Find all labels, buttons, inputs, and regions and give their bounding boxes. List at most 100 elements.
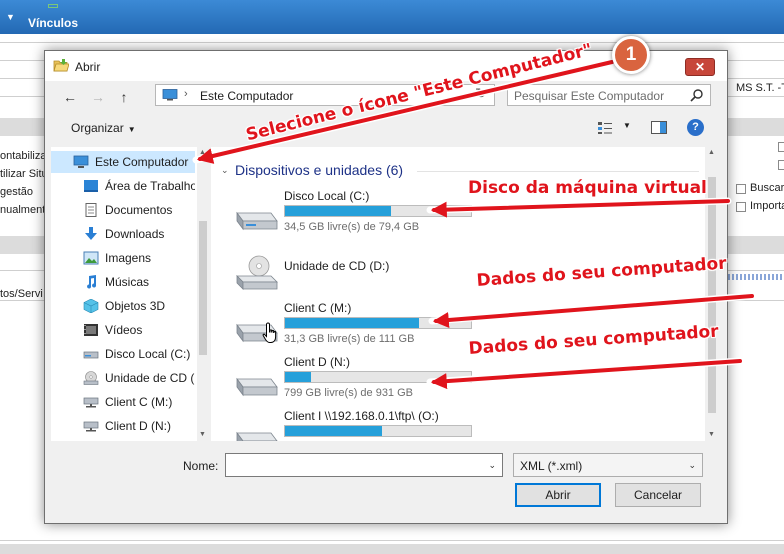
background-divider	[0, 540, 784, 541]
drive-usage-fill	[285, 206, 392, 216]
nav-scrollbar[interactable]: ▲ ▼	[197, 147, 209, 441]
nav-item-label: Disco Local (C:)	[105, 347, 191, 361]
hard-drive-icon	[236, 211, 278, 231]
scroll-down-icon[interactable]: ▼	[708, 431, 715, 438]
scrollbar-thumb[interactable]	[199, 221, 207, 355]
computer-icon	[73, 155, 89, 168]
background-footer	[0, 544, 784, 554]
chevron-down-icon[interactable]: ⌄	[488, 460, 496, 471]
nav-item-videos[interactable]: Vídeos	[51, 319, 195, 341]
nav-item-musicas[interactable]: Músicas	[51, 271, 195, 293]
file-type-value[interactable]: XML (*.xml)	[520, 459, 582, 473]
nav-item-downloads[interactable]: Downloads	[51, 223, 195, 245]
chevron-down-icon[interactable]: ▼	[623, 121, 631, 130]
background-checkbox-label: Importa	[750, 200, 784, 212]
drive-name: Client C (M:)	[284, 301, 352, 315]
background-ruler	[724, 274, 784, 280]
hard-drive-icon	[236, 431, 278, 441]
scroll-down-icon[interactable]: ▼	[199, 431, 206, 438]
annotation-vm-disk: Disco da máquina virtual	[468, 178, 707, 198]
dropdown-arrow-icon[interactable]: ▼	[6, 12, 15, 22]
drive-item-client-d[interactable]: Client D (N:) 799 GB livre(s) de 931 GB	[231, 355, 491, 407]
background-app-header: ▼ Vínculos	[0, 0, 784, 34]
search-box[interactable]: Pesquisar Este Computador	[507, 84, 711, 106]
objects-3d-icon	[83, 299, 99, 313]
drive-free-space: 31,3 GB livre(s) de 111 GB	[284, 333, 415, 345]
nav-item-label: Área de Trabalho	[105, 179, 195, 193]
navigation-pane: Este Computador Área de Trabalho Documen…	[51, 147, 209, 441]
background-checkbox[interactable]	[736, 184, 746, 194]
cancel-button[interactable]: Cancelar	[615, 483, 701, 507]
background-checkbox[interactable]	[778, 142, 784, 152]
search-icon[interactable]	[690, 88, 704, 102]
open-file-dialog: Abrir ✕ ← → ↑ › Este Computador ↻ Pesqui…	[44, 50, 728, 524]
breadcrumb-separator-icon[interactable]: ›	[184, 88, 188, 100]
group-divider	[417, 171, 699, 172]
background-checkbox-label: Buscar	[750, 182, 784, 194]
back-arrow-icon[interactable]: ←	[61, 89, 79, 105]
step-badge: 1	[612, 36, 650, 74]
background-band	[728, 118, 784, 136]
background-checkbox[interactable]	[778, 160, 784, 170]
background-label: nualment	[0, 204, 46, 216]
address-text[interactable]: Este Computador	[200, 89, 293, 103]
download-icon	[85, 227, 97, 240]
organize-menu[interactable]: Organizar ▼	[71, 121, 136, 135]
nav-item-documentos[interactable]: Documentos	[51, 199, 195, 221]
background-band	[0, 118, 44, 136]
chevron-down-icon[interactable]: ▼	[128, 125, 136, 134]
cd-icon	[83, 371, 99, 385]
background-label: MS S.T. -Tip	[736, 82, 784, 94]
background-label: tos/Servi	[0, 288, 43, 300]
background-label: tilizar Situ	[0, 168, 48, 180]
documents-icon	[85, 203, 97, 217]
nav-item-client-c[interactable]: Client C (M:)	[51, 391, 195, 413]
background-checkbox[interactable]	[736, 202, 746, 212]
organize-label[interactable]: Organizar	[71, 121, 124, 135]
drive-item-client-i[interactable]: Client I \\192.168.0.1\ftp\ (O:)	[231, 409, 491, 441]
drive-item-disco-local[interactable]: Disco Local (C:) 34,5 GB livre(s) de 79,…	[231, 189, 491, 241]
file-name-input[interactable]: ⌄	[225, 453, 503, 477]
drive-usage-bar	[284, 371, 472, 383]
nav-item-disco-local[interactable]: Disco Local (C:)	[51, 343, 195, 365]
open-button[interactable]: Abrir	[515, 483, 601, 507]
search-placeholder[interactable]: Pesquisar Este Computador	[514, 89, 664, 103]
background-label: gestão	[0, 186, 34, 198]
background-band	[728, 236, 784, 254]
drive-usage-fill	[285, 318, 419, 328]
scrollbar-thumb[interactable]	[708, 177, 716, 413]
network-drive-icon	[83, 421, 99, 432]
nav-item-label: Vídeos	[105, 323, 143, 337]
preview-pane-icon[interactable]	[651, 121, 667, 134]
group-header[interactable]: Dispositivos e unidades (6)	[235, 162, 403, 178]
view-options-icon[interactable]	[597, 121, 613, 135]
help-icon[interactable]: ?	[687, 119, 704, 136]
background-band	[0, 236, 44, 254]
background-label: ontabiliza	[0, 150, 47, 162]
drive-name: Client I \\192.168.0.1\ftp\ (O:)	[284, 409, 439, 423]
forward-arrow-icon[interactable]: →	[89, 89, 107, 105]
scroll-up-icon[interactable]: ▲	[708, 149, 715, 156]
background-app-title: Vínculos	[28, 16, 79, 30]
nav-item-label: Documentos	[105, 203, 173, 217]
drive-item-unidade-cd[interactable]: Unidade de CD (D:)	[231, 251, 491, 303]
cd-drive-icon	[236, 255, 278, 290]
file-type-select[interactable]: XML (*.xml) ⌄	[513, 453, 703, 477]
nav-item-unidade-cd[interactable]: Unidade de CD (	[51, 367, 195, 389]
up-arrow-icon[interactable]: ↑	[115, 89, 133, 105]
chevron-down-icon[interactable]: ⌄	[688, 460, 696, 471]
content-scrollbar[interactable]: ▲ ▼	[705, 147, 719, 441]
nav-item-label: Este Computador	[95, 155, 189, 169]
nav-item-label: Unidade de CD (	[105, 371, 195, 385]
nav-item-client-d[interactable]: Client D (N:)	[51, 415, 195, 437]
nav-item-label: Músicas	[105, 275, 150, 289]
hard-drive-icon	[236, 377, 278, 397]
close-button[interactable]: ✕	[685, 58, 715, 76]
nav-item-objetos-3d[interactable]: Objetos 3D	[51, 295, 195, 317]
chevron-down-icon[interactable]: ⌄	[221, 165, 229, 176]
nav-item-area-de-trabalho[interactable]: Área de Trabalho	[51, 175, 195, 197]
scroll-up-icon[interactable]: ▲	[199, 149, 206, 156]
nav-item-imagens[interactable]: Imagens	[51, 247, 195, 269]
nav-item-este-computador[interactable]: Este Computador	[51, 151, 195, 173]
images-icon	[83, 251, 99, 265]
